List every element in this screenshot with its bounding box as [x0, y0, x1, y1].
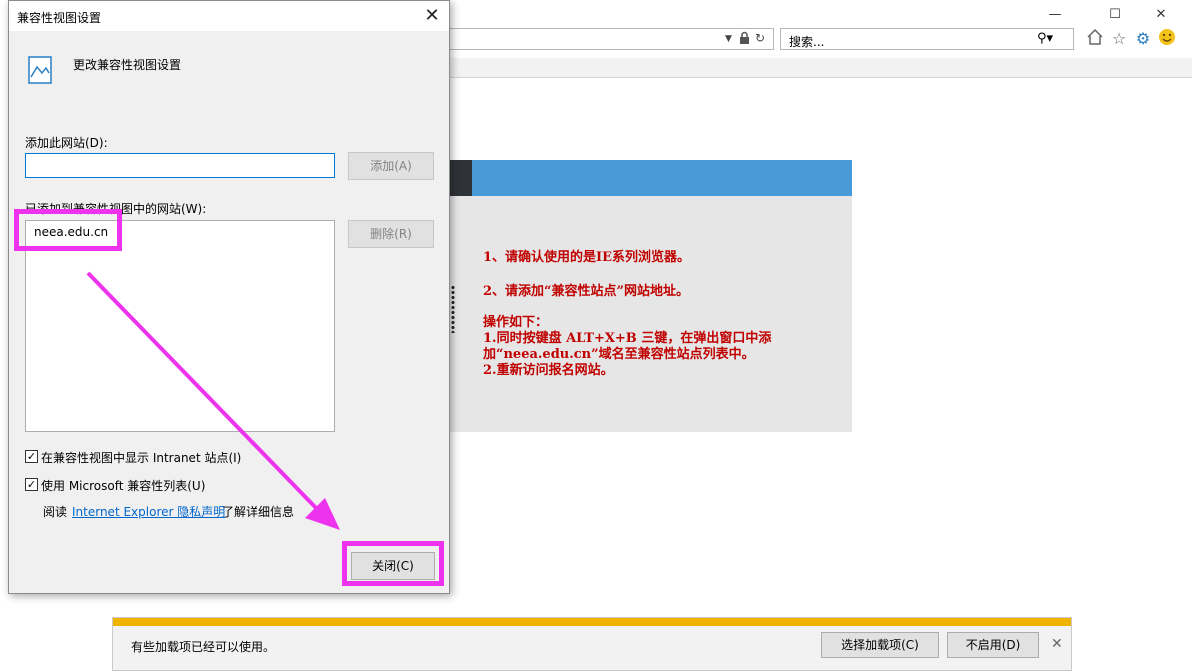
notification-message: 有些加载项已经可以使用。 [131, 640, 276, 654]
notification-close-icon[interactable]: ✕ [1051, 636, 1063, 652]
addon-notification-bar: 有些加载项已经可以使用。 选择加载项(C) 不启用(D) ✕ [112, 617, 1072, 671]
annotation-arrow [86, 271, 340, 530]
disable-addons-button[interactable]: 不启用(D) [947, 632, 1039, 658]
notification-accent [113, 618, 1071, 626]
choose-addons-button[interactable]: 选择加载项(C) [821, 632, 939, 658]
